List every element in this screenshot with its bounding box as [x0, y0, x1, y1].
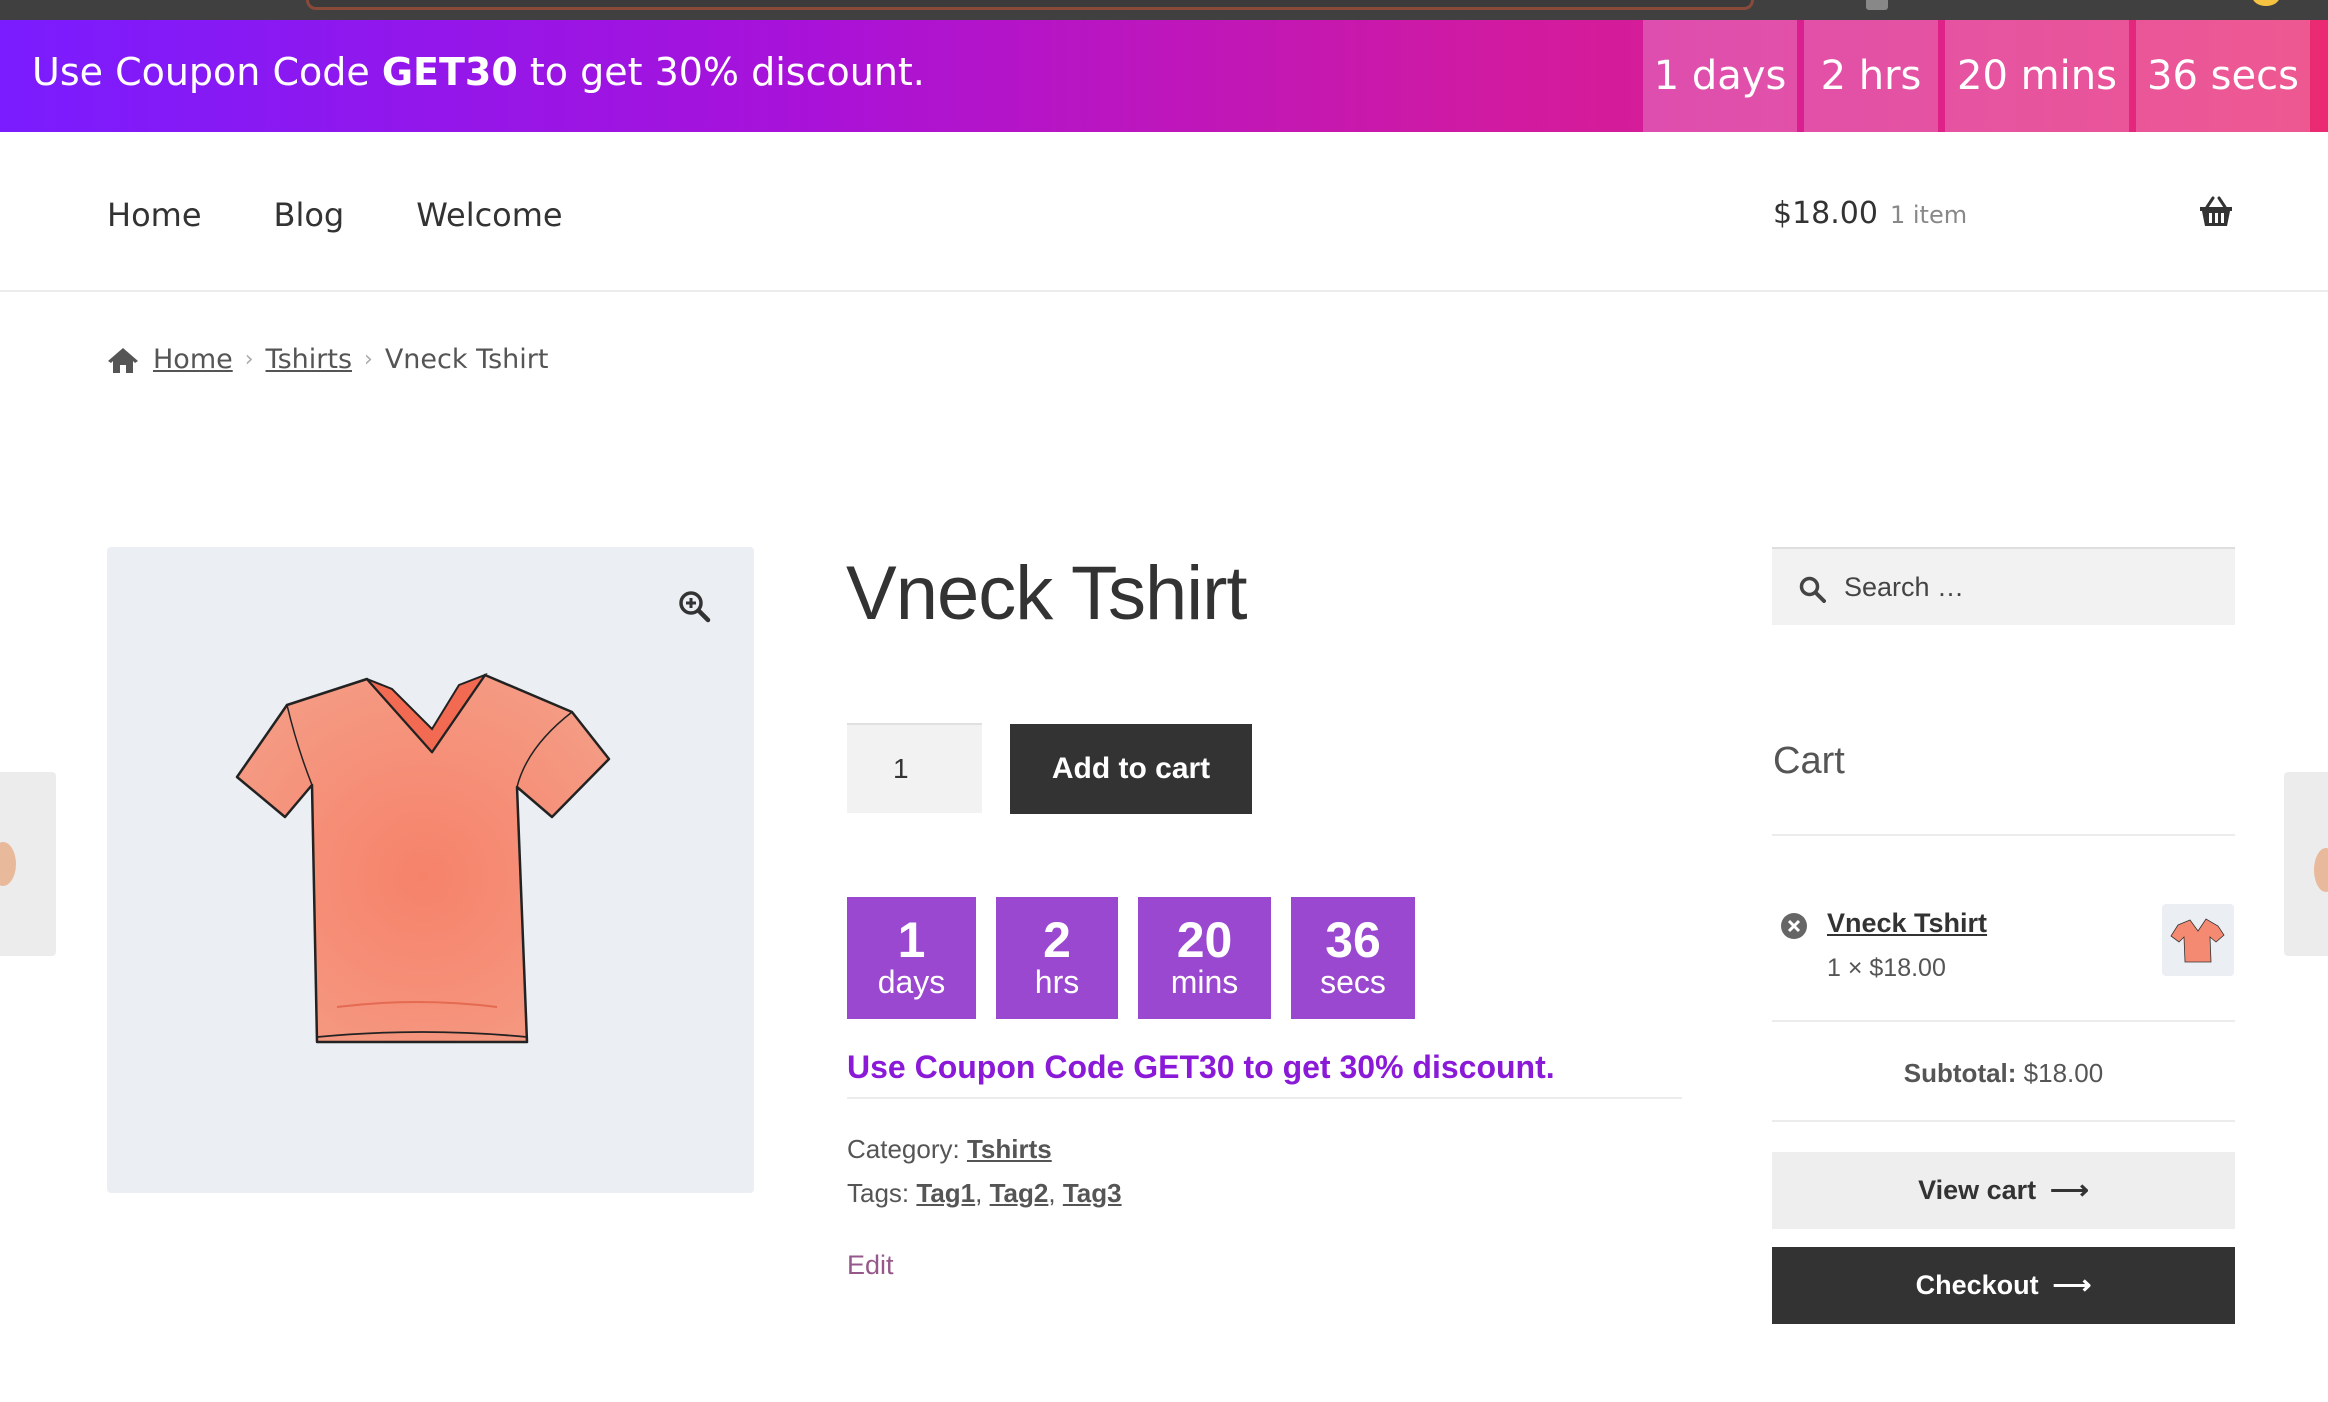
header-cart-summary[interactable]: $18.00 1 item — [1773, 196, 1967, 231]
add-to-cart-button[interactable]: Add to cart — [1010, 724, 1252, 814]
timer-days: 1 days — [847, 897, 976, 1019]
timer-seconds-value: 36 — [1325, 912, 1381, 968]
mini-cart-item-quantity: 1 × $18.00 — [1827, 954, 1946, 982]
previous-product-thumbnail — [0, 842, 16, 886]
promo-timer-hours: 2 hrs — [1804, 20, 1938, 132]
basket-icon[interactable] — [2198, 196, 2234, 228]
promo-coupon-code: GET30 — [381, 50, 518, 94]
timer-minutes-unit: mins — [1170, 964, 1239, 1000]
remove-item-icon[interactable] — [1780, 912, 1808, 940]
chevron-right-icon: › — [244, 347, 254, 372]
search-widget — [1772, 547, 2235, 625]
mini-cart-thumbnail[interactable] — [2162, 904, 2234, 976]
tag-link[interactable]: Tag2 — [990, 1178, 1049, 1208]
search-input[interactable] — [1844, 563, 2214, 611]
cart-subtotal: Subtotal: $18.00 — [1903, 1058, 2104, 1088]
cart-widget-title: Cart — [1773, 740, 1845, 782]
main-nav: Home Blog Welcome — [107, 196, 635, 234]
search-icon — [1799, 576, 1826, 603]
divider — [1772, 1020, 2235, 1022]
zoom-icon[interactable] — [677, 589, 711, 623]
timer-days-unit: days — [877, 964, 946, 1000]
home-icon — [108, 347, 138, 373]
product-countdown: 1 days 2 hrs 20 mins 36 secs — [847, 897, 1435, 1019]
product-title: Vneck Tshirt — [846, 551, 1248, 636]
nav-item-home[interactable]: Home — [107, 196, 202, 234]
arrow-right-icon: ⟶ — [2050, 1175, 2089, 1205]
timer-seconds: 36 secs — [1291, 897, 1415, 1019]
browser-top-strip — [0, 0, 2328, 20]
view-cart-button[interactable]: View cart ⟶ — [1772, 1152, 2235, 1229]
promo-countdown: 1 days 2 hrs 20 mins 36 secs — [1636, 20, 2328, 132]
divider — [847, 1097, 1682, 1099]
browser-extension-icon — [2252, 0, 2280, 6]
timer-hours: 2 hrs — [996, 897, 1118, 1019]
nav-item-blog[interactable]: Blog — [274, 196, 345, 234]
timer-hours-unit: hrs — [1034, 964, 1080, 1000]
nav-item-welcome[interactable]: Welcome — [416, 196, 562, 234]
breadcrumb-current: Vneck Tshirt — [384, 344, 549, 375]
site-header: Home Blog Welcome $18.00 1 item — [0, 132, 2328, 292]
breadcrumb-home[interactable]: Home — [153, 344, 233, 375]
timer-minutes: 20 mins — [1138, 897, 1271, 1019]
arrow-right-icon: ⟶ — [2052, 1270, 2092, 1300]
divider — [1772, 1120, 2235, 1122]
tshirt-image — [235, 672, 611, 1044]
coupon-message: Use Coupon Code GET30 to get 30% discoun… — [847, 1049, 1555, 1085]
timer-minutes-value: 20 — [1176, 912, 1233, 968]
header-cart-count: 1 item — [1889, 201, 1968, 229]
promo-banner: Use Coupon Code GET30 to get 30% discoun… — [0, 20, 2328, 132]
timer-seconds-unit: secs — [1320, 964, 1386, 1000]
tag-link[interactable]: Tag1 — [916, 1178, 975, 1208]
next-product-link[interactable] — [2284, 772, 2328, 956]
timer-hours-value: 2 — [1043, 912, 1071, 968]
address-bar-edge — [306, 0, 1754, 10]
promo-timer-days: 1 days — [1643, 20, 1797, 132]
tshirt-thumbnail-image — [2170, 918, 2225, 963]
category-link[interactable]: Tshirts — [967, 1134, 1052, 1164]
browser-tab-edge — [1866, 0, 1888, 10]
quantity-input[interactable] — [847, 723, 982, 813]
divider — [1772, 834, 2235, 836]
breadcrumb-tshirts[interactable]: Tshirts — [266, 344, 352, 375]
edit-link[interactable]: Edit — [847, 1250, 894, 1281]
checkout-button[interactable]: Checkout ⟶ — [1772, 1247, 2235, 1324]
tag-link[interactable]: Tag3 — [1063, 1178, 1122, 1208]
previous-product-link[interactable] — [0, 772, 56, 956]
header-cart-amount: $18.00 — [1773, 196, 1878, 231]
promo-timer-seconds: 36 secs — [2136, 20, 2310, 132]
breadcrumb: Home › Tshirts › Vneck Tshirt — [107, 344, 548, 375]
product-tags: Tags: Tag1, Tag2, Tag3 — [847, 1178, 1122, 1208]
product-category: Category: Tshirts — [847, 1134, 1052, 1164]
chevron-right-icon: › — [364, 347, 373, 372]
next-product-thumbnail — [2314, 848, 2328, 892]
timer-days-value: 1 — [897, 912, 926, 968]
promo-timer-minutes: 20 mins — [1945, 20, 2129, 132]
promo-message: Use Coupon Code GET30 to get 30% discoun… — [32, 50, 925, 94]
mini-cart-item-name[interactable]: Vneck Tshirt — [1827, 908, 1987, 939]
product-image-gallery[interactable] — [107, 547, 754, 1193]
